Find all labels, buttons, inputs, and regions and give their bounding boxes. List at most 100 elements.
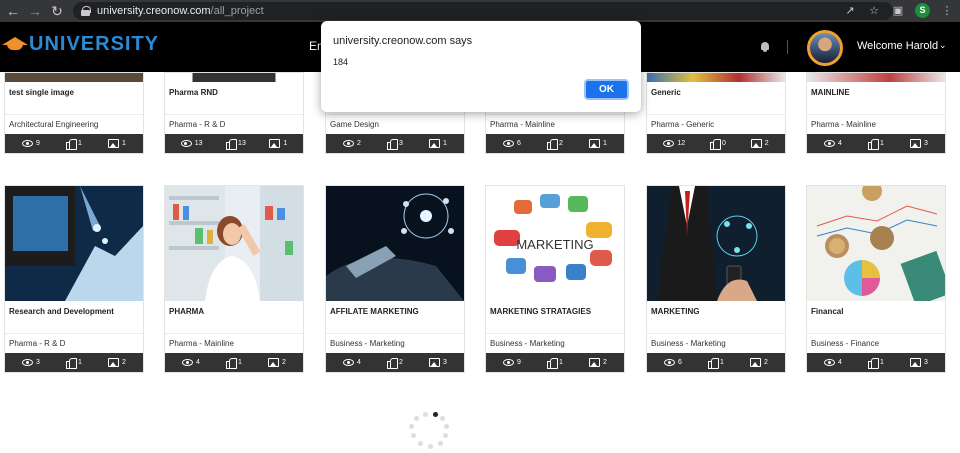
profile-avatar-icon[interactable]: S xyxy=(915,3,930,18)
images-count: 1 xyxy=(122,140,126,147)
project-card[interactable]: Pharma RND Pharma - R & D 13 13 1 xyxy=(164,72,304,154)
thumbs-up-icon[interactable] xyxy=(547,139,559,150)
project-card[interactable]: Financal Business - Finance 4 1 3 xyxy=(806,185,946,373)
project-stats: 9 1 2 xyxy=(486,353,624,372)
project-title[interactable]: test single image xyxy=(5,82,143,114)
back-arrow-icon[interactable]: ← xyxy=(4,2,22,20)
project-stats: 4 1 2 xyxy=(165,353,303,372)
project-category: Business - Finance xyxy=(811,339,880,348)
project-title[interactable]: PHARMA xyxy=(165,301,303,333)
image-icon xyxy=(429,358,441,367)
image-icon xyxy=(910,358,922,367)
thumbs-up-icon[interactable] xyxy=(708,358,720,369)
views-count: 12 xyxy=(677,140,686,147)
project-card[interactable]: AFFILATE MARKETING Business - Marketing … xyxy=(325,185,465,373)
project-card[interactable]: test single image Architectural Engineer… xyxy=(4,72,144,154)
images-count: 1 xyxy=(283,140,288,147)
thumbs-up-icon[interactable] xyxy=(547,358,559,369)
header-divider xyxy=(787,40,788,54)
project-thumbnail[interactable] xyxy=(165,73,303,82)
project-card[interactable]: PHARMA Pharma - Mainline 4 1 2 xyxy=(164,185,304,373)
views-count: 2 xyxy=(357,140,361,147)
project-title[interactable]: Research and Development xyxy=(5,301,143,333)
project-thumbnail[interactable] xyxy=(647,73,785,82)
project-thumbnail[interactable] xyxy=(5,186,143,301)
thumbs-up-icon[interactable] xyxy=(709,139,721,150)
views-count: 3 xyxy=(36,359,40,366)
kebab-menu-icon[interactable]: ⋮ xyxy=(940,4,954,18)
ok-button[interactable]: OK xyxy=(584,79,629,100)
project-stats: 12 0 2 xyxy=(647,134,785,153)
likes-count: 1 xyxy=(880,140,884,147)
project-thumbnail[interactable] xyxy=(165,186,303,301)
site-logo[interactable]: UNIVERSITY xyxy=(2,33,159,56)
thumbs-up-icon[interactable] xyxy=(226,358,238,369)
project-thumbnail[interactable] xyxy=(5,73,143,82)
project-card[interactable]: MARKETING MARKETING STRATAGIES Business … xyxy=(485,185,625,373)
project-title[interactable]: MAINLINE xyxy=(807,82,945,114)
share-icon[interactable]: ↗ xyxy=(843,4,857,18)
image-icon xyxy=(108,139,120,148)
thumbs-up-icon[interactable] xyxy=(387,358,399,369)
project-stats: 2 3 1 xyxy=(326,134,464,153)
project-thumbnail[interactable] xyxy=(807,73,945,82)
thumbs-up-icon[interactable] xyxy=(868,358,880,369)
project-card[interactable]: MAINLINE Pharma - Mainline 4 1 3 xyxy=(806,72,946,154)
images-count: 3 xyxy=(924,359,928,366)
project-thumbnail[interactable] xyxy=(807,186,945,301)
bookmark-star-icon[interactable]: ☆ xyxy=(867,4,881,18)
eye-icon xyxy=(343,359,355,366)
project-thumbnail[interactable] xyxy=(647,186,785,301)
side-panel-icon[interactable]: ▣ xyxy=(891,4,905,18)
images-count: 2 xyxy=(282,359,286,366)
project-title[interactable]: Generic xyxy=(647,82,785,114)
loading-spinner-icon xyxy=(406,412,450,453)
forward-arrow-icon[interactable]: → xyxy=(26,2,44,20)
likes-count: 2 xyxy=(559,140,563,147)
project-category: Business - Marketing xyxy=(651,339,726,348)
project-card[interactable]: Generic Pharma - Generic 12 0 2 xyxy=(646,72,786,154)
reload-icon[interactable]: ↻ xyxy=(48,2,66,20)
project-card[interactable]: MARKETING Business - Marketing 6 1 2 xyxy=(646,185,786,373)
image-icon xyxy=(429,139,441,148)
bell-icon[interactable] xyxy=(760,42,770,52)
likes-count: 1 xyxy=(880,359,884,366)
thumbs-up-icon[interactable] xyxy=(66,139,78,150)
project-title[interactable]: Pharma RND xyxy=(165,82,303,114)
address-bar[interactable]: university.creonow.com/all_project xyxy=(73,2,893,20)
image-icon xyxy=(910,139,922,148)
welcome-user-text[interactable]: Welcome Harold xyxy=(857,40,938,52)
thumbs-up-icon[interactable] xyxy=(226,139,238,150)
images-count: 1 xyxy=(443,140,447,147)
image-icon xyxy=(108,358,120,367)
eye-icon xyxy=(343,140,355,147)
project-category: Pharma - Mainline xyxy=(490,120,555,129)
thumbs-up-icon[interactable] xyxy=(868,139,880,150)
chevron-down-icon[interactable]: ⌄ xyxy=(939,40,947,51)
eye-icon xyxy=(22,359,34,366)
project-title[interactable]: MARKETING STRATAGIES xyxy=(486,301,624,333)
eye-icon xyxy=(663,140,675,147)
address-bar-url: university.creonow.com/all_project xyxy=(97,5,264,17)
views-count: 9 xyxy=(517,359,521,366)
project-title[interactable]: Financal xyxy=(807,301,945,333)
image-icon xyxy=(589,139,601,148)
eye-icon xyxy=(503,359,515,366)
user-avatar[interactable] xyxy=(807,30,843,66)
browser-toolbar: ← → ↻ university.creonow.com/all_project… xyxy=(0,0,960,22)
project-card[interactable]: Research and Development Pharma - R & D … xyxy=(4,185,144,373)
project-stats: 6 1 2 xyxy=(647,353,785,372)
image-icon xyxy=(750,358,762,367)
likes-count: 0 xyxy=(721,140,726,147)
image-icon xyxy=(750,139,762,148)
project-category: Business - Marketing xyxy=(490,339,565,348)
views-count: 13 xyxy=(194,140,203,147)
project-stats: 4 2 3 xyxy=(326,353,464,372)
project-title[interactable]: MARKETING xyxy=(647,301,785,333)
thumbs-up-icon[interactable] xyxy=(66,358,78,369)
project-thumbnail[interactable] xyxy=(326,186,464,301)
likes-count: 1 xyxy=(559,359,563,366)
project-title[interactable]: AFFILATE MARKETING xyxy=(326,301,464,333)
thumbs-up-icon[interactable] xyxy=(387,139,399,150)
project-thumbnail[interactable]: MARKETING xyxy=(486,186,624,301)
